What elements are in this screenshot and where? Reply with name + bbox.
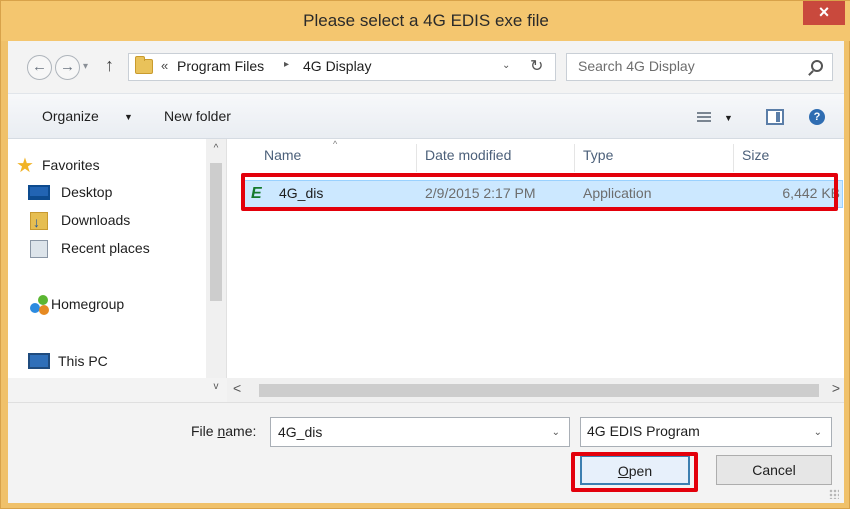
sidebar-item-label: Favorites	[42, 157, 100, 173]
resize-grip[interactable]	[829, 489, 839, 499]
command-bar: Organize ▼ New folder ▼ ?	[8, 93, 844, 139]
desktop-icon	[28, 185, 50, 200]
open-button-highlight-annotation	[571, 452, 698, 492]
this-pc-icon	[28, 353, 50, 369]
sort-ascending-icon: ^	[333, 139, 338, 149]
cancel-button[interactable]: Cancel	[716, 455, 832, 485]
file-open-dialog: Please select a 4G EDIS exe file × ← → ▾…	[0, 0, 850, 509]
back-button[interactable]: ←	[27, 55, 52, 80]
file-type-select[interactable]: 4G EDIS Program ⌄	[580, 417, 832, 447]
dialog-footer: File name: 4G_dis ⌄ 4G EDIS Program ⌄ Op…	[8, 402, 844, 503]
navigation-bar: ← → ▾ ↑ « Program Files ▸ 4G Display ⌄ ↻…	[8, 41, 844, 93]
scroll-left-arrow[interactable]: <	[233, 380, 241, 396]
search-placeholder: Search 4G Display	[578, 58, 695, 74]
sidebar-item-label: This PC	[58, 353, 108, 369]
preview-pane-icon[interactable]	[766, 109, 784, 125]
downloads-icon	[30, 212, 48, 232]
sidebar-item-label: Recent places	[61, 240, 150, 256]
homegroup-icon	[30, 295, 50, 315]
up-one-level-button[interactable]: ↑	[105, 55, 114, 76]
file-name-input[interactable]: 4G_dis ⌄	[270, 417, 570, 447]
address-history-dropdown[interactable]: ⌄	[502, 60, 510, 71]
sidebar-item-label: Homegroup	[51, 296, 125, 312]
view-options-dropdown-icon[interactable]: ▼	[724, 113, 733, 123]
scroll-right-arrow[interactable]: >	[832, 380, 840, 396]
column-header-date-modified[interactable]: Date modified	[425, 147, 511, 163]
new-folder-button[interactable]: New folder	[164, 108, 231, 124]
recent-locations-dropdown[interactable]: ▾	[83, 61, 88, 72]
horizontal-scrollbar[interactable]: < >	[227, 378, 844, 402]
chevron-down-icon[interactable]: ⌄	[814, 427, 822, 438]
refresh-icon[interactable]: ↻	[530, 56, 543, 76]
forward-button[interactable]: →	[55, 55, 80, 80]
star-icon: ★	[16, 155, 34, 177]
help-icon[interactable]: ?	[809, 109, 825, 125]
column-header-type[interactable]: Type	[583, 147, 613, 163]
file-name-value: 4G_dis	[278, 424, 323, 440]
column-header-name[interactable]: Name	[264, 147, 301, 163]
scroll-up-arrow[interactable]: ^	[206, 143, 226, 154]
organize-dropdown-icon[interactable]: ▼	[124, 112, 133, 122]
breadcrumb-4g-display[interactable]: 4G Display	[303, 58, 371, 74]
column-divider[interactable]	[733, 144, 734, 172]
breadcrumb-separator-icon[interactable]: ▸	[284, 59, 289, 70]
sidebar-item-label: Desktop	[61, 184, 113, 200]
sidebar-item-label: Downloads	[61, 212, 131, 228]
navigation-pane-scrollbar[interactable]: ^	[206, 139, 226, 378]
file-highlight-annotation	[241, 173, 838, 211]
column-header-size[interactable]: Size	[742, 147, 769, 163]
file-name-label: File name:	[191, 423, 257, 439]
change-view-icon[interactable]	[697, 112, 711, 122]
chevron-down-icon[interactable]: ⌄	[552, 427, 560, 438]
scroll-down-arrow[interactable]: v	[206, 381, 226, 392]
dialog-title: Please select a 4G EDIS exe file	[303, 11, 549, 30]
organize-button[interactable]: Organize	[42, 108, 99, 124]
column-divider[interactable]	[416, 144, 417, 172]
search-icon[interactable]	[811, 60, 823, 72]
title-bar[interactable]: Please select a 4G EDIS exe file ×	[1, 1, 850, 41]
address-bar[interactable]: « Program Files ▸ 4G Display ⌄ ↻	[128, 53, 556, 81]
scrollbar-thumb[interactable]	[210, 163, 222, 301]
scrollbar-thumb[interactable]	[259, 384, 819, 397]
column-divider[interactable]	[574, 144, 575, 172]
folder-icon	[135, 56, 153, 74]
dialog-client-area: ← → ▾ ↑ « Program Files ▸ 4G Display ⌄ ↻…	[8, 41, 844, 503]
search-box[interactable]: Search 4G Display	[566, 53, 833, 81]
breadcrumb-program-files[interactable]: Program Files	[177, 58, 264, 74]
recent-places-icon	[30, 240, 48, 258]
breadcrumb-overflow-button[interactable]: «	[161, 58, 168, 73]
navigation-pane: ★ Favorites Desktop Downloads Recent pla…	[8, 139, 227, 378]
close-button[interactable]: ×	[803, 1, 845, 25]
file-type-value: 4G EDIS Program	[587, 423, 700, 439]
